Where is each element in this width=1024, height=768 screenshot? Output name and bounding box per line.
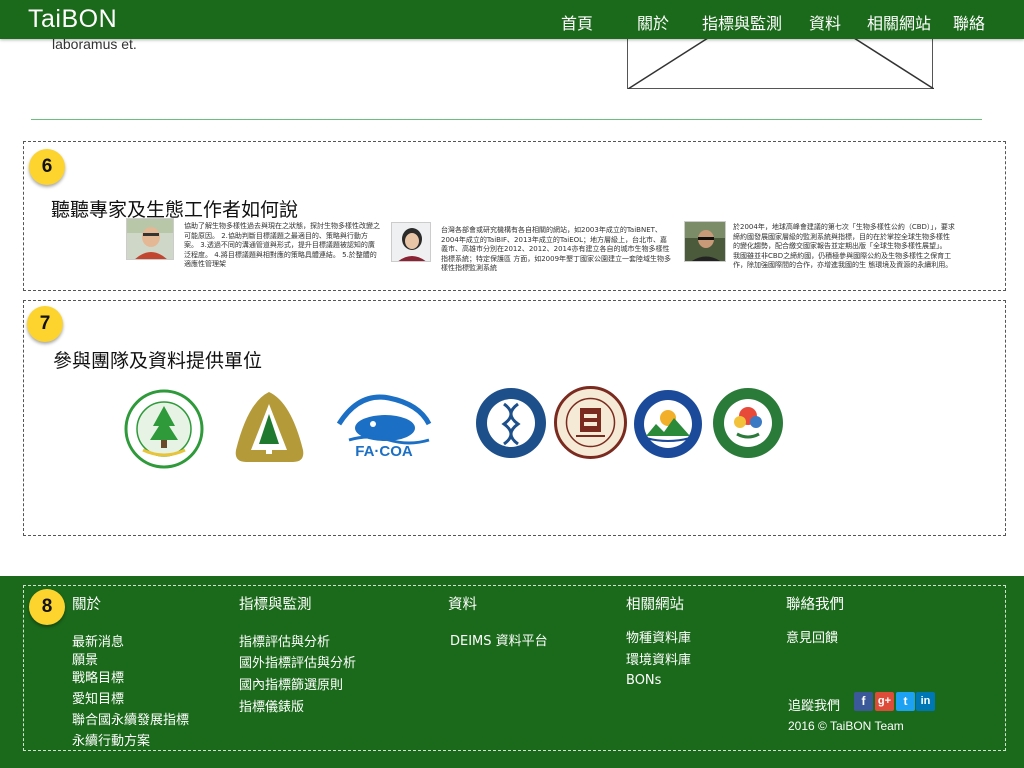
google-plus-icon[interactable]: g+ — [875, 692, 894, 711]
follow-us-label: 追蹤我們 — [788, 699, 841, 714]
nav-contact[interactable]: 聯絡 — [953, 10, 985, 34]
nav-related-sites[interactable]: 相關網站 — [867, 10, 931, 34]
section-badge-6: 6 — [29, 149, 65, 185]
expert-photo-3 — [684, 221, 726, 262]
footer-col-indicators-title: 指標與監測 — [239, 597, 312, 613]
expert-quote-3: 於2004年，地球高峰會建議的第七次「生物多樣性公約（CBD）」，要求締約國發展… — [733, 223, 955, 269]
copyright-text: 2016 © TaiBON Team — [788, 719, 904, 733]
section-badge-8: 8 — [29, 589, 65, 625]
nav-about[interactable]: 關於 — [637, 10, 669, 34]
footer-link-feedback[interactable]: 意見回饋 — [786, 627, 838, 646]
expert-quote-1: 協助了解生物多樣性過去與現在之狀態，探討生物多樣性改變之可能原因。 2.協助判斷… — [184, 222, 380, 268]
section-badge-7: 7 — [27, 306, 63, 342]
linkedin-icon[interactable]: in — [916, 692, 935, 711]
footer-link-deims[interactable]: DEIMS 資料平台 — [450, 630, 548, 649]
footer-link-sdg[interactable]: 聯合國永續發展指標 — [72, 709, 189, 728]
footer-col-related-title: 相關網站 — [626, 597, 684, 613]
page: laboramus et. TaiBON 首頁 關於 指標與監測 資料 相關網站… — [0, 0, 1024, 768]
footer-col-data-title: 資料 — [448, 597, 477, 613]
ndhu-logo[interactable] — [711, 386, 785, 460]
svg-text:FA·COA: FA·COA — [355, 443, 413, 460]
footer-link-foreign-indicators[interactable]: 國外指標評估與分析 — [239, 652, 356, 671]
footer-col-about-title: 關於 — [72, 597, 101, 613]
expert-quote-2: 台灣各部會或研究機構有各自相關的網站，如2003年成立的TaiBNET、2004… — [441, 226, 672, 272]
nav-data[interactable]: 資料 — [809, 10, 841, 34]
footer-link-vision[interactable]: 願景 — [72, 649, 98, 668]
footer-link-indicator-analysis[interactable]: 指標評估與分析 — [239, 631, 330, 650]
partners-section-title: 參與團隊及資料提供單位 — [53, 350, 263, 372]
expert-photo-1 — [126, 218, 174, 260]
main-nav: 首頁 關於 指標與監測 資料 相關網站 聯絡 — [0, 10, 1024, 34]
footer-link-strategic-goals[interactable]: 戰略目標 — [72, 667, 124, 686]
nav-indicators[interactable]: 指標與監測 — [702, 10, 782, 34]
twitter-icon[interactable]: t — [896, 692, 915, 711]
footer-link-environment-db[interactable]: 環境資料庫 — [626, 649, 691, 668]
footer-link-action-plan[interactable]: 永續行動方案 — [72, 730, 150, 749]
footer-link-aichi-targets[interactable]: 愛知目標 — [72, 688, 124, 707]
site-header: TaiBON 首頁 關於 指標與監測 資料 相關網站 聯絡 — [0, 0, 1024, 39]
academia-sinica-logo[interactable] — [474, 386, 548, 460]
footer-link-news[interactable]: 最新消息 — [72, 631, 124, 650]
expert-photo-2 — [391, 222, 431, 262]
ntu-logo[interactable] — [554, 386, 627, 459]
ncyu-logo[interactable] — [632, 388, 704, 460]
footer-link-dashboard[interactable]: 指標儀錶版 — [239, 696, 304, 715]
experts-section-title: 聽聽專家及生態工作者如何說 — [51, 199, 299, 221]
footer-link-bons[interactable]: BONs — [626, 673, 661, 688]
fa-coa-logo[interactable]: FA·COA — [329, 388, 439, 460]
nav-home[interactable]: 首頁 — [561, 10, 593, 34]
footer-link-domestic-principles[interactable]: 國內指標篩選原則 — [239, 674, 343, 693]
tesri-logo[interactable] — [123, 388, 205, 470]
footer-col-contact-title: 聯絡我們 — [786, 597, 844, 613]
footer-link-species-db[interactable]: 物種資料庫 — [626, 627, 691, 646]
forestry-bureau-logo[interactable] — [233, 390, 306, 463]
facebook-icon[interactable]: f — [854, 692, 873, 711]
section-divider — [31, 119, 982, 120]
